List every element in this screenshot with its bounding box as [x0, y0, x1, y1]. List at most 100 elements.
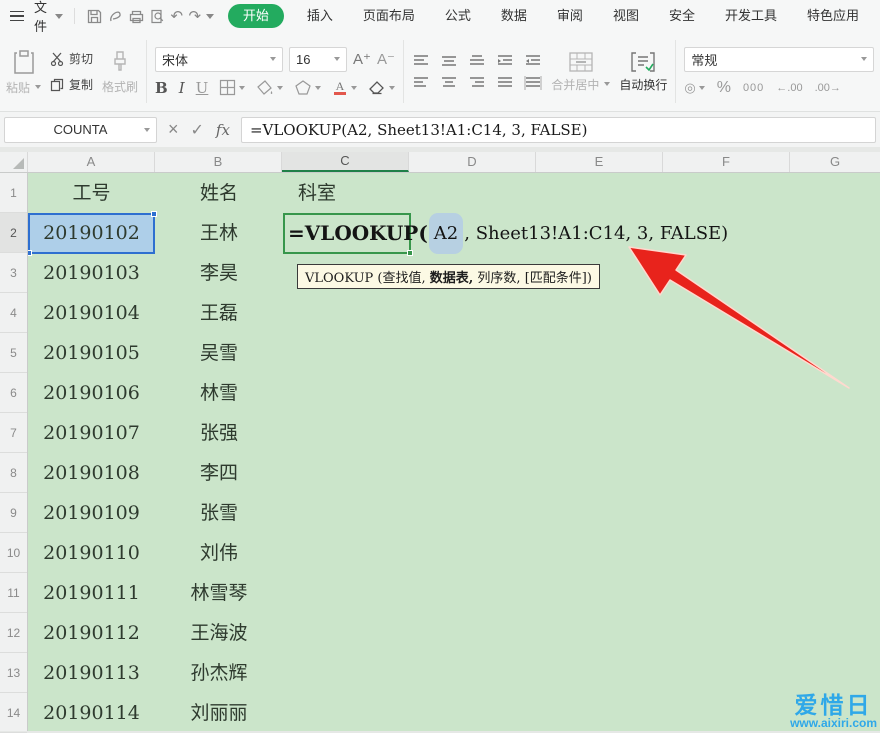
paste-button[interactable]: 粘贴	[6, 48, 41, 96]
cell-A13[interactable]: 20190113	[28, 653, 155, 693]
cell-C2-formula-edit[interactable]: =VLOOKUP( A2 , Sheet13!A1:C14, 3, FALSE)	[288, 213, 728, 254]
distributed-icon[interactable]	[524, 76, 542, 90]
cell-B10[interactable]: 刘伟	[155, 533, 283, 573]
tab-security[interactable]: 安全	[656, 0, 708, 32]
borders-button[interactable]	[219, 79, 245, 96]
column-header-C[interactable]: C	[282, 152, 409, 172]
number-format-select[interactable]: 常规	[684, 47, 874, 72]
increase-indent-icon[interactable]	[524, 54, 542, 68]
copy-button[interactable]: 复制	[50, 76, 93, 93]
file-menu[interactable]: 文件	[34, 0, 49, 35]
column-header-F[interactable]: F	[663, 152, 790, 172]
column-header-E[interactable]: E	[536, 152, 663, 172]
cell-B3[interactable]: 李昊	[155, 253, 283, 293]
tab-page-layout[interactable]: 页面布局	[350, 0, 428, 32]
cell-B7[interactable]: 张强	[155, 413, 283, 453]
tab-review[interactable]: 审阅	[544, 0, 596, 32]
cell-A14[interactable]: 20190114	[28, 693, 155, 733]
export-pdf-icon[interactable]	[107, 4, 124, 28]
font-color-button[interactable]: A	[332, 79, 357, 96]
tab-developer[interactable]: 开发工具	[712, 0, 790, 32]
tab-formulas[interactable]: 公式	[432, 0, 484, 32]
row-header-4[interactable]: 4	[0, 293, 27, 333]
justify-icon[interactable]	[496, 76, 514, 90]
column-header-G[interactable]: G	[790, 152, 880, 172]
fill-color-button[interactable]	[256, 79, 283, 96]
wrap-text-button[interactable]: 自动换行	[619, 51, 667, 93]
tab-insert[interactable]: 插入	[294, 0, 346, 32]
confirm-entry-button[interactable]: ✓	[191, 120, 204, 140]
shape-style-button[interactable]	[294, 79, 321, 96]
currency-format-button[interactable]: ◎	[684, 80, 704, 96]
cell-B14[interactable]: 刘丽丽	[155, 693, 283, 733]
grid-body[interactable]: 工号 姓名 科室 20190102王林20190103李昊20190104王磊2…	[0, 173, 880, 731]
cell-B12[interactable]: 王海波	[155, 613, 283, 653]
undo-icon[interactable]: ↶	[170, 4, 184, 28]
font-size-select[interactable]: 16	[289, 47, 347, 72]
align-middle-icon[interactable]	[440, 54, 458, 68]
cell-A12[interactable]: 20190112	[28, 613, 155, 653]
row-header-9[interactable]: 9	[0, 493, 27, 533]
hamburger-menu-icon[interactable]	[10, 11, 24, 22]
cell-B1[interactable]: 姓名	[155, 173, 283, 213]
row-header-14[interactable]: 14	[0, 693, 27, 733]
cell-A10[interactable]: 20190110	[28, 533, 155, 573]
align-center-icon[interactable]	[440, 76, 458, 90]
cell-B6[interactable]: 林雪	[155, 373, 283, 413]
file-menu-caret-icon[interactable]	[55, 14, 63, 19]
cell-B2[interactable]: 王林	[155, 213, 283, 253]
redo-icon[interactable]: ↷	[188, 4, 202, 28]
grow-font-button[interactable]: A⁺	[353, 50, 371, 68]
align-left-icon[interactable]	[412, 76, 430, 90]
percent-format-button[interactable]: %	[717, 79, 731, 97]
shrink-font-button[interactable]: A⁻	[377, 50, 395, 68]
cell-B5[interactable]: 吴雪	[155, 333, 283, 373]
row-header-11[interactable]: 11	[0, 573, 27, 613]
decrease-indent-icon[interactable]	[496, 54, 514, 68]
save-icon[interactable]	[86, 4, 103, 28]
column-header-B[interactable]: B	[155, 152, 282, 172]
cut-button[interactable]: 剪切	[50, 50, 93, 67]
print-icon[interactable]	[128, 4, 145, 28]
align-bottom-icon[interactable]	[468, 54, 486, 68]
formula-input[interactable]: =VLOOKUP(A2, Sheet13!A1:C14, 3, FALSE)	[241, 117, 876, 143]
cell-A3[interactable]: 20190103	[28, 253, 155, 293]
row-header-1[interactable]: 1	[0, 173, 27, 213]
cell-A1[interactable]: 工号	[28, 173, 155, 213]
row-header-7[interactable]: 7	[0, 413, 27, 453]
merge-center-button[interactable]: 合并居中	[551, 51, 610, 93]
cell-B8[interactable]: 李四	[155, 453, 283, 493]
cell-A5[interactable]: 20190105	[28, 333, 155, 373]
cell-C1[interactable]: 科室	[283, 173, 411, 213]
cell-A7[interactable]: 20190107	[28, 413, 155, 453]
select-all-button[interactable]	[0, 152, 28, 172]
thousands-format-button[interactable]: 000	[743, 82, 764, 94]
cell-B13[interactable]: 孙杰辉	[155, 653, 283, 693]
cell-A8[interactable]: 20190108	[28, 453, 155, 493]
row-header-10[interactable]: 10	[0, 533, 27, 573]
row-header-2[interactable]: 2	[0, 213, 27, 253]
cell-A2[interactable]: 20190102	[28, 213, 155, 253]
font-name-select[interactable]: 宋体	[155, 47, 283, 72]
eraser-button[interactable]	[368, 80, 395, 96]
cell-B9[interactable]: 张雪	[155, 493, 283, 533]
format-painter-button[interactable]: 格式刷	[102, 49, 138, 95]
column-header-D[interactable]: D	[409, 152, 536, 172]
align-top-icon[interactable]	[412, 54, 430, 68]
insert-function-button[interactable]: fx	[216, 121, 230, 139]
name-box[interactable]: COUNTA	[4, 117, 157, 143]
row-header-12[interactable]: 12	[0, 613, 27, 653]
tab-special-apps[interactable]: 特色应用	[794, 0, 872, 32]
underline-button[interactable]: U	[196, 79, 209, 97]
cancel-entry-button[interactable]: ×	[168, 119, 179, 140]
cell-B4[interactable]: 王磊	[155, 293, 283, 333]
increase-decimal-button[interactable]: ←.00	[776, 82, 802, 94]
cell-A4[interactable]: 20190104	[28, 293, 155, 333]
italic-button[interactable]: I	[179, 79, 185, 97]
print-preview-icon[interactable]	[149, 4, 166, 28]
row-header-13[interactable]: 13	[0, 653, 27, 693]
tab-view[interactable]: 视图	[600, 0, 652, 32]
row-header-6[interactable]: 6	[0, 373, 27, 413]
cell-B11[interactable]: 林雪琴	[155, 573, 283, 613]
bold-button[interactable]: B	[155, 79, 168, 97]
